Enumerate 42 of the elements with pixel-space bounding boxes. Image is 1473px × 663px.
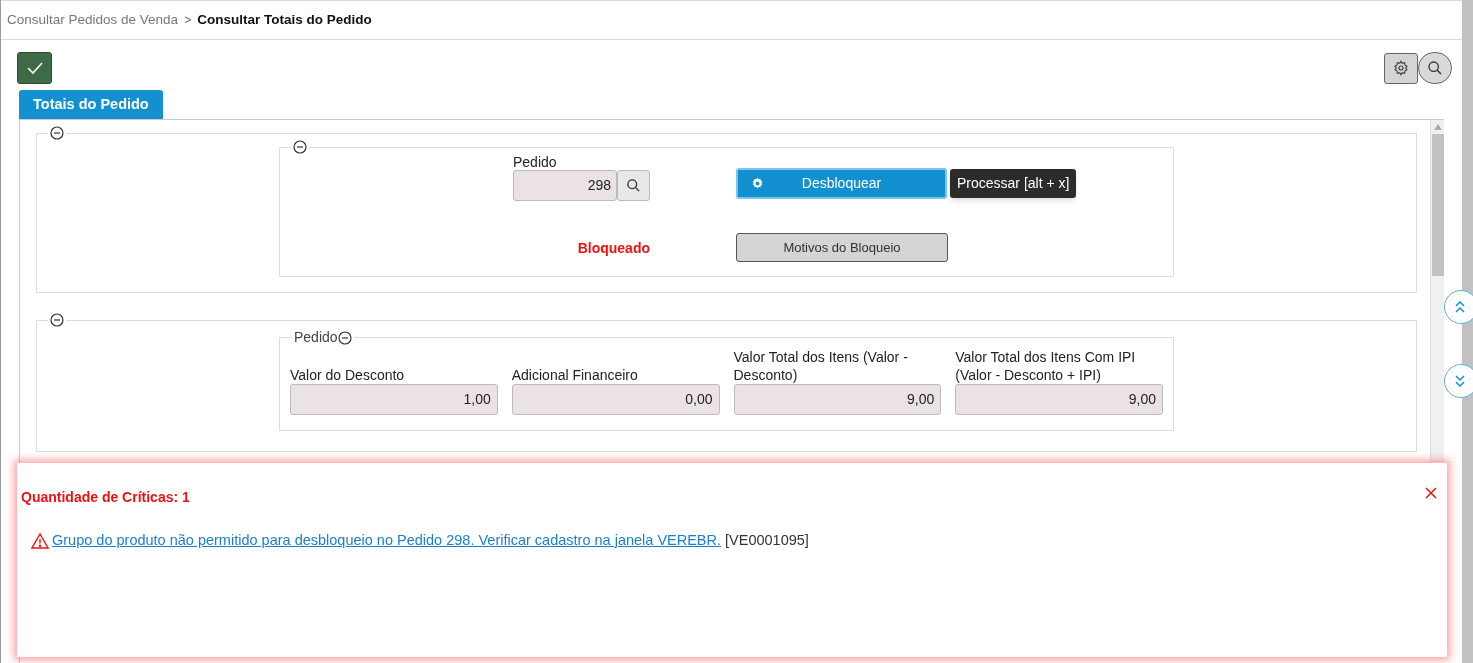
criticisms-count: Quantidade de Críticas: 1 bbox=[21, 488, 190, 507]
collapse-icon[interactable] bbox=[50, 313, 64, 327]
amount-field[interactable]: 9,00 bbox=[733, 384, 942, 415]
field-label: Valor Total dos Itens Com IPI (Valor - Desconto + IPI) bbox=[955, 348, 1137, 384]
collapse-icon[interactable] bbox=[293, 140, 307, 154]
tooltip: Processar [alt + x] bbox=[950, 169, 1077, 198]
search-icon bbox=[1427, 60, 1443, 76]
status-text: Bloqueado bbox=[577, 239, 650, 256]
settings-button[interactable] bbox=[1384, 52, 1418, 84]
amount-field[interactable]: 0,00 bbox=[511, 384, 720, 415]
warning-icon bbox=[31, 532, 49, 549]
breadcrumb-separator: > bbox=[184, 12, 192, 29]
error-code: [VE0001095] bbox=[725, 531, 809, 550]
block-reasons-button[interactable]: Motivos do Bloqueio bbox=[736, 233, 948, 262]
breadcrumb-item: Consultar Totais do Pedido bbox=[197, 10, 372, 29]
field-label: Pedido bbox=[513, 154, 558, 170]
unblock-button[interactable]: Desbloquear bbox=[736, 168, 947, 199]
order-number-field[interactable]: 298 bbox=[513, 170, 617, 201]
criticism-link[interactable]: Grupo do produto não permitido para desbloqueio no Pedido 298. Verificar cadastro na janela VEREBR. bbox=[52, 530, 722, 552]
scrollbar-thumb[interactable] bbox=[1431, 134, 1444, 276]
settings-icon bbox=[1393, 60, 1409, 76]
section-legend: Pedido bbox=[294, 327, 338, 348]
amount-field[interactable]: 1,00 bbox=[290, 384, 498, 415]
collapse-icon[interactable] bbox=[50, 126, 64, 140]
page-scrollbar[interactable] bbox=[1462, 0, 1473, 663]
close-icon[interactable] bbox=[1425, 487, 1437, 499]
double-chevron-down-icon bbox=[1455, 375, 1465, 387]
confirm-button[interactable] bbox=[17, 52, 52, 84]
amount-field[interactable]: 9,00 bbox=[955, 384, 1163, 415]
double-chevron-up-icon bbox=[1455, 301, 1465, 313]
search-icon bbox=[626, 178, 641, 193]
search-button[interactable] bbox=[617, 170, 650, 201]
field-label: Valor do Desconto bbox=[290, 366, 406, 384]
scrollbar[interactable] bbox=[1430, 120, 1444, 462]
search-button[interactable] bbox=[1418, 52, 1452, 84]
checkmark-icon bbox=[26, 62, 43, 74]
field-label: Adicional Financeiro bbox=[511, 366, 639, 384]
field-label: Valor Total dos Itens (Valor - Desconto) bbox=[733, 348, 909, 384]
breadcrumb-item[interactable]: Consultar Pedidos de Venda bbox=[7, 9, 179, 31]
tab[interactable]: Totais do Pedido bbox=[19, 90, 163, 119]
gear-icon bbox=[751, 177, 764, 190]
collapse-icon[interactable] bbox=[337, 330, 352, 345]
